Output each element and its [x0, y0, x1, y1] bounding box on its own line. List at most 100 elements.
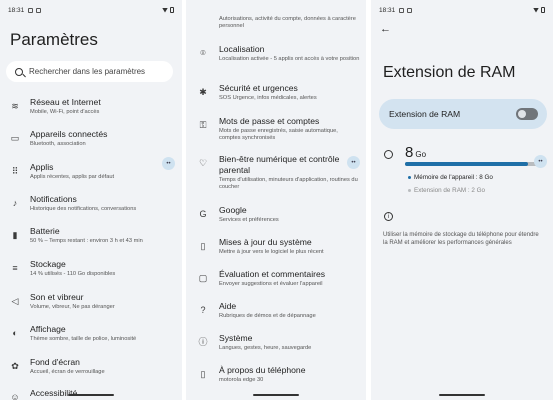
- item-title: Réseau et Internet: [30, 97, 101, 107]
- nav-handle[interactable]: [439, 394, 485, 396]
- list-item[interactable]: ✱ Sécurité et urgences SOS Urgence, infos …: [186, 83, 366, 102]
- item-subtitle: SOS Urgence, infos médicales, alertes: [219, 95, 317, 101]
- item-title: Sécurité et urgences: [219, 83, 298, 93]
- item-title: Bien-être numérique et contrôle parental: [219, 154, 340, 175]
- memory-icon: [384, 150, 393, 159]
- nav-handle[interactable]: [68, 394, 114, 396]
- item-subtitle: Envoyer suggestions et évaluer l'apparei…: [219, 281, 323, 287]
- item-title: Mots de passe et comptes: [219, 116, 320, 126]
- item-title: Appareils connectés: [30, 129, 108, 139]
- notification-status-icon: [407, 7, 413, 13]
- system-icon: ⓘ: [198, 336, 208, 347]
- floating-bubble[interactable]: ••: [347, 156, 360, 169]
- wellbeing-icon: ♡: [198, 157, 208, 168]
- battery-icon: ▮: [12, 229, 18, 240]
- item-title: Notifications: [30, 194, 77, 204]
- search-placeholder: Rechercher dans les paramètres: [29, 67, 146, 76]
- nav-handle[interactable]: [253, 394, 299, 396]
- wifi-icon: ≋: [11, 100, 19, 111]
- item-subtitle: Langues, gestes, heure, sauvegarde: [219, 345, 312, 351]
- phone-info-icon: ▯: [200, 368, 206, 379]
- floating-bubble[interactable]: ••: [534, 155, 547, 168]
- ram-extension-switch[interactable]: [516, 108, 538, 120]
- key-icon: ⚿: [199, 119, 207, 130]
- item-title: Aide: [219, 301, 237, 311]
- list-item[interactable]: G Google Services et préférences: [186, 205, 366, 224]
- list-item[interactable]: ♡ Bien-être numérique et contrôle parenta…: [186, 154, 366, 191]
- floating-bubble[interactable]: ••: [162, 157, 175, 170]
- list-item[interactable]: ⌾ Localisation Localisation activée - 5 ap…: [186, 44, 366, 63]
- list-item[interactable]: ▭ Appareils connectés Bluetooth, associati…: [0, 129, 182, 148]
- list-item[interactable]: ≡ Stockage 14 % utilisés - 110 Go disponib…: [0, 259, 182, 278]
- item-subtitle: Services et préférences: [219, 217, 279, 223]
- item-subtitle: Temps d'utilisation, minuteurs d'applica…: [219, 177, 358, 190]
- item-subtitle: Mettre à jour vers le logiciel le plus r…: [219, 249, 324, 255]
- location-status-icon: [28, 7, 34, 13]
- info-icon: i: [384, 212, 393, 221]
- memory-unit: Go: [415, 150, 427, 159]
- list-item[interactable]: ▢ Évaluation et commentaires Envoyer sugge…: [186, 269, 366, 288]
- list-item[interactable]: ▯ À propos du téléphone motorola edge 30: [186, 365, 366, 384]
- list-item-partial[interactable]: Autorisations, activité du compte, donné…: [186, 15, 366, 31]
- volume-icon: ◁: [11, 295, 19, 306]
- item-subtitle: Volume, vibreur, Ne pas déranger: [30, 304, 115, 310]
- ram-extension-panel: 18:31 ← Extension de RAM Extension de RA…: [371, 0, 553, 400]
- apps-icon: ⠿: [11, 165, 19, 176]
- item-title: Système: [219, 333, 253, 343]
- bell-icon: ♪: [12, 197, 18, 208]
- status-time: 18:31: [379, 6, 396, 14]
- legend-extension: Extension de RAM : 2 Go: [408, 187, 485, 194]
- item-subtitle: 14 % utilisés - 110 Go disponibles: [30, 271, 116, 277]
- list-item[interactable]: ▯ Mises à jour du système Mettre à jour ve…: [186, 237, 366, 256]
- google-icon: G: [199, 208, 207, 219]
- toggle-label: Extension de RAM: [389, 109, 461, 119]
- page-title: Extension de RAM: [383, 64, 516, 81]
- item-subtitle: Bluetooth, association: [30, 141, 86, 147]
- list-item[interactable]: ≋ Réseau et Internet Mobile, Wi-Fi, point …: [0, 97, 182, 116]
- item-title: Localisation: [219, 44, 265, 54]
- back-arrow-icon[interactable]: ←: [380, 23, 391, 35]
- location-status-icon: [399, 7, 405, 13]
- search-input[interactable]: Rechercher dans les paramètres: [6, 61, 173, 82]
- item-subtitle: Localisation activée - 5 applis ont accè…: [219, 56, 360, 62]
- list-item[interactable]: ⚿ Mots de passe et comptes Mots de passe e…: [186, 116, 366, 142]
- devices-icon: ▭: [10, 132, 20, 143]
- item-subtitle: 50 % – Temps restant : environ 3 h et 43…: [30, 238, 143, 244]
- list-item[interactable]: ? Aide Rubriques de démos et de dépannage: [186, 301, 366, 320]
- item-subtitle: motorola edge 30: [219, 377, 264, 383]
- item-title: Affichage: [30, 324, 66, 334]
- item-subtitle: Mobile, Wi-Fi, point d'accès: [30, 109, 100, 115]
- battery-status-icon: [541, 7, 545, 13]
- legend-extension-label: Extension de RAM : 2 Go: [414, 187, 486, 194]
- item-title: Applis: [30, 162, 54, 172]
- accessibility-icon: ☺: [10, 391, 20, 400]
- item-title: À propos du téléphone: [219, 365, 306, 375]
- list-item[interactable]: ▮ Batterie 50 % – Temps restant : environ …: [0, 226, 182, 245]
- legend-dot-device: [408, 176, 411, 179]
- memory-value: 8 Go: [405, 144, 426, 161]
- settings-panel: 18:31 Paramètres Rechercher dans les par…: [0, 0, 182, 400]
- status-bar: 18:31: [8, 5, 174, 15]
- item-subtitle: Accueil, écran de verrouillage: [30, 369, 105, 375]
- list-item[interactable]: ◐ Affichage Thème sombre, taille de police…: [0, 324, 182, 343]
- item-title: Fond d'écran: [30, 357, 80, 367]
- info-text: Utiliser la mémoire de stockage du télép…: [383, 232, 539, 246]
- status-bar: 18:31: [379, 5, 545, 15]
- item-subtitle: Applis récentes, applis par défaut: [30, 174, 115, 180]
- item-title: Mises à jour du système: [219, 237, 312, 247]
- list-item[interactable]: ♪ Notifications Historique des notificatio…: [0, 194, 182, 213]
- list-item[interactable]: ⓘ Système Langues, gestes, heure, sauvegar…: [186, 333, 366, 352]
- wallpaper-icon: ✿: [11, 360, 19, 371]
- location-icon: ⌾: [200, 47, 206, 58]
- wifi-status-icon: [533, 7, 539, 13]
- help-icon: ?: [200, 304, 206, 315]
- item-subtitle: Mots de passe enregistrés, saisie automa…: [219, 128, 338, 141]
- list-item[interactable]: ✿ Fond d'écran Accueil, écran de verrouill…: [0, 357, 182, 376]
- search-icon: [15, 67, 23, 76]
- ram-extension-toggle-row[interactable]: Extension de RAM: [379, 99, 547, 129]
- list-item[interactable]: ◁ Son et vibreur Volume, vibreur, Ne pas d…: [0, 292, 182, 311]
- list-item[interactable]: ⠿ Applis Applis récentes, applis par défau…: [0, 162, 182, 181]
- battery-status-icon: [170, 7, 174, 13]
- item-title: Batterie: [30, 226, 60, 236]
- system-update-icon: ▯: [200, 240, 206, 251]
